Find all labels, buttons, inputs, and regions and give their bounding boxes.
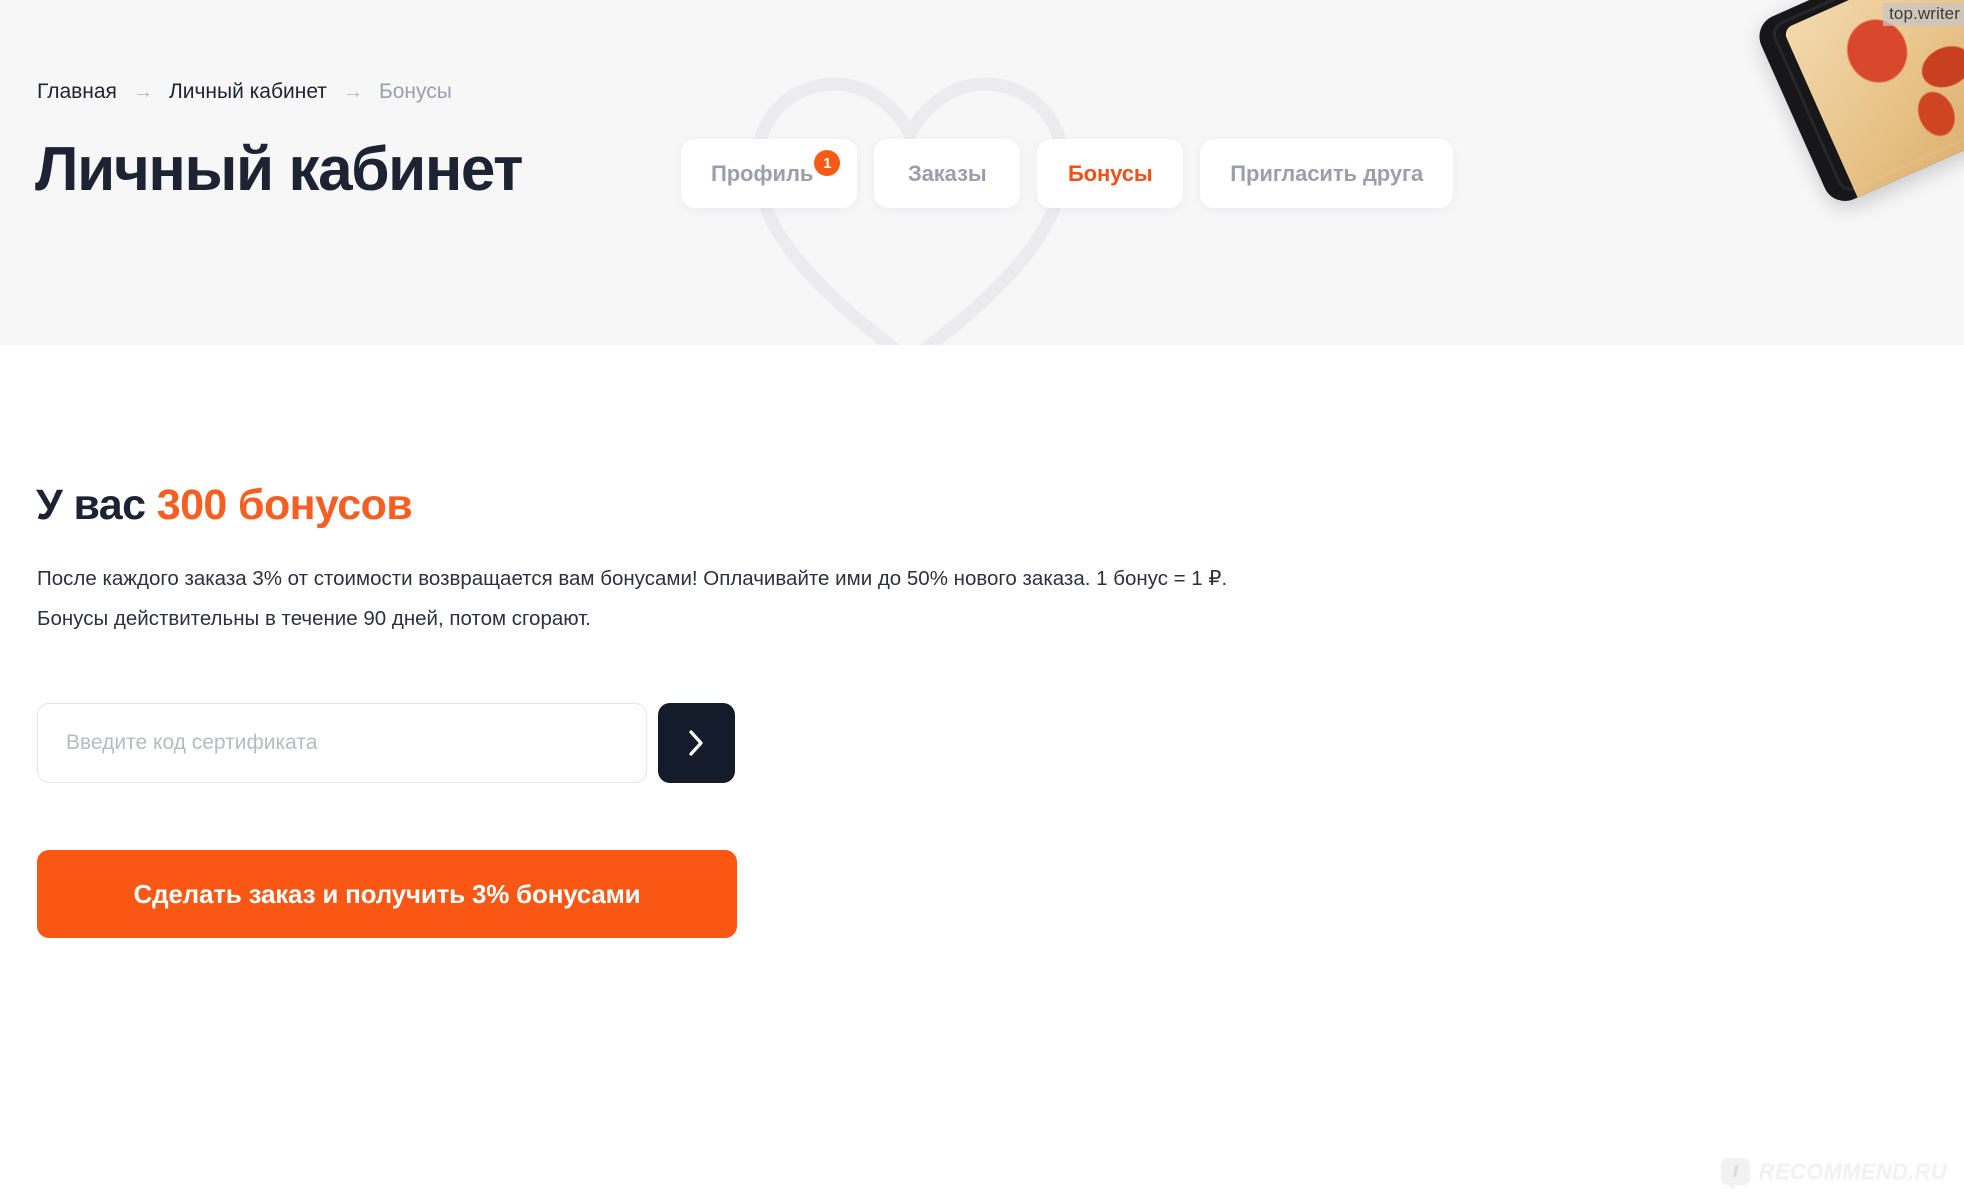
breadcrumb-separator-icon: → [132, 81, 153, 103]
certificate-submit-button[interactable] [658, 703, 735, 783]
bonuses-page: Главная → Личный кабинет → Бонусы Личный… [0, 0, 1964, 1200]
bonus-description-line-2: Бонусы действительны в течение 90 дней, … [37, 607, 592, 630]
breadcrumb-item-bonuses: Бонусы [378, 80, 452, 103]
tab-invite-friend-label: Пригласить друга [1230, 160, 1424, 186]
bonus-description-line-1: После каждого заказа 3% от стоимости воз… [37, 567, 1228, 590]
tab-profile[interactable]: Профиль 1 [681, 139, 858, 208]
tab-orders[interactable]: Заказы [874, 139, 1021, 208]
tab-bonuses[interactable]: Бонусы [1037, 139, 1184, 208]
breadcrumb-item-account[interactable]: Личный кабинет [169, 78, 327, 106]
breadcrumb-item-home[interactable]: Главная [37, 78, 117, 106]
irecommend-badge-letter: I [1732, 1161, 1738, 1181]
bonus-heading-prefix: У вас [36, 481, 157, 529]
certificate-code-input[interactable] [37, 703, 647, 783]
tab-profile-label: Профиль [711, 160, 814, 186]
tab-profile-badge: 1 [814, 150, 841, 176]
breadcrumb-separator-icon: → [342, 81, 363, 103]
tab-invite-friend[interactable]: Пригласить друга [1200, 139, 1454, 208]
breadcrumb: Главная → Личный кабинет → Бонусы [37, 78, 452, 106]
bonus-balance-heading: У вас 300 бонусов [36, 477, 413, 533]
account-tabs: Профиль 1 Заказы Бонусы Пригласить друга [681, 139, 1454, 208]
make-order-cta-label: Сделать заказ и получить 3% бонусами [133, 878, 641, 909]
food-photo [1752, 0, 1964, 209]
heart-watermark-icon [745, 72, 1075, 345]
chevron-right-icon [688, 729, 705, 757]
tab-orders-label: Заказы [907, 160, 987, 186]
top-writer-watermark: top.writer [1883, 3, 1964, 26]
tab-bonuses-label: Бонусы [1067, 160, 1153, 186]
bonus-amount: 300 бонусов [156, 481, 413, 529]
bonus-description: После каждого заказа 3% от стоимости воз… [37, 559, 1337, 639]
irecommend-watermark-text: RECOMMEND.RU [1758, 1158, 1947, 1184]
page-title: Личный кабинет [35, 135, 524, 204]
header-band: Главная → Личный кабинет → Бонусы Личный… [0, 0, 1964, 345]
irecommend-watermark: I RECOMMEND.RU [1720, 1158, 1947, 1190]
irecommend-badge-icon: I [1720, 1158, 1750, 1190]
certificate-form [37, 703, 735, 783]
make-order-cta-button[interactable]: Сделать заказ и получить 3% бонусами [37, 850, 737, 938]
